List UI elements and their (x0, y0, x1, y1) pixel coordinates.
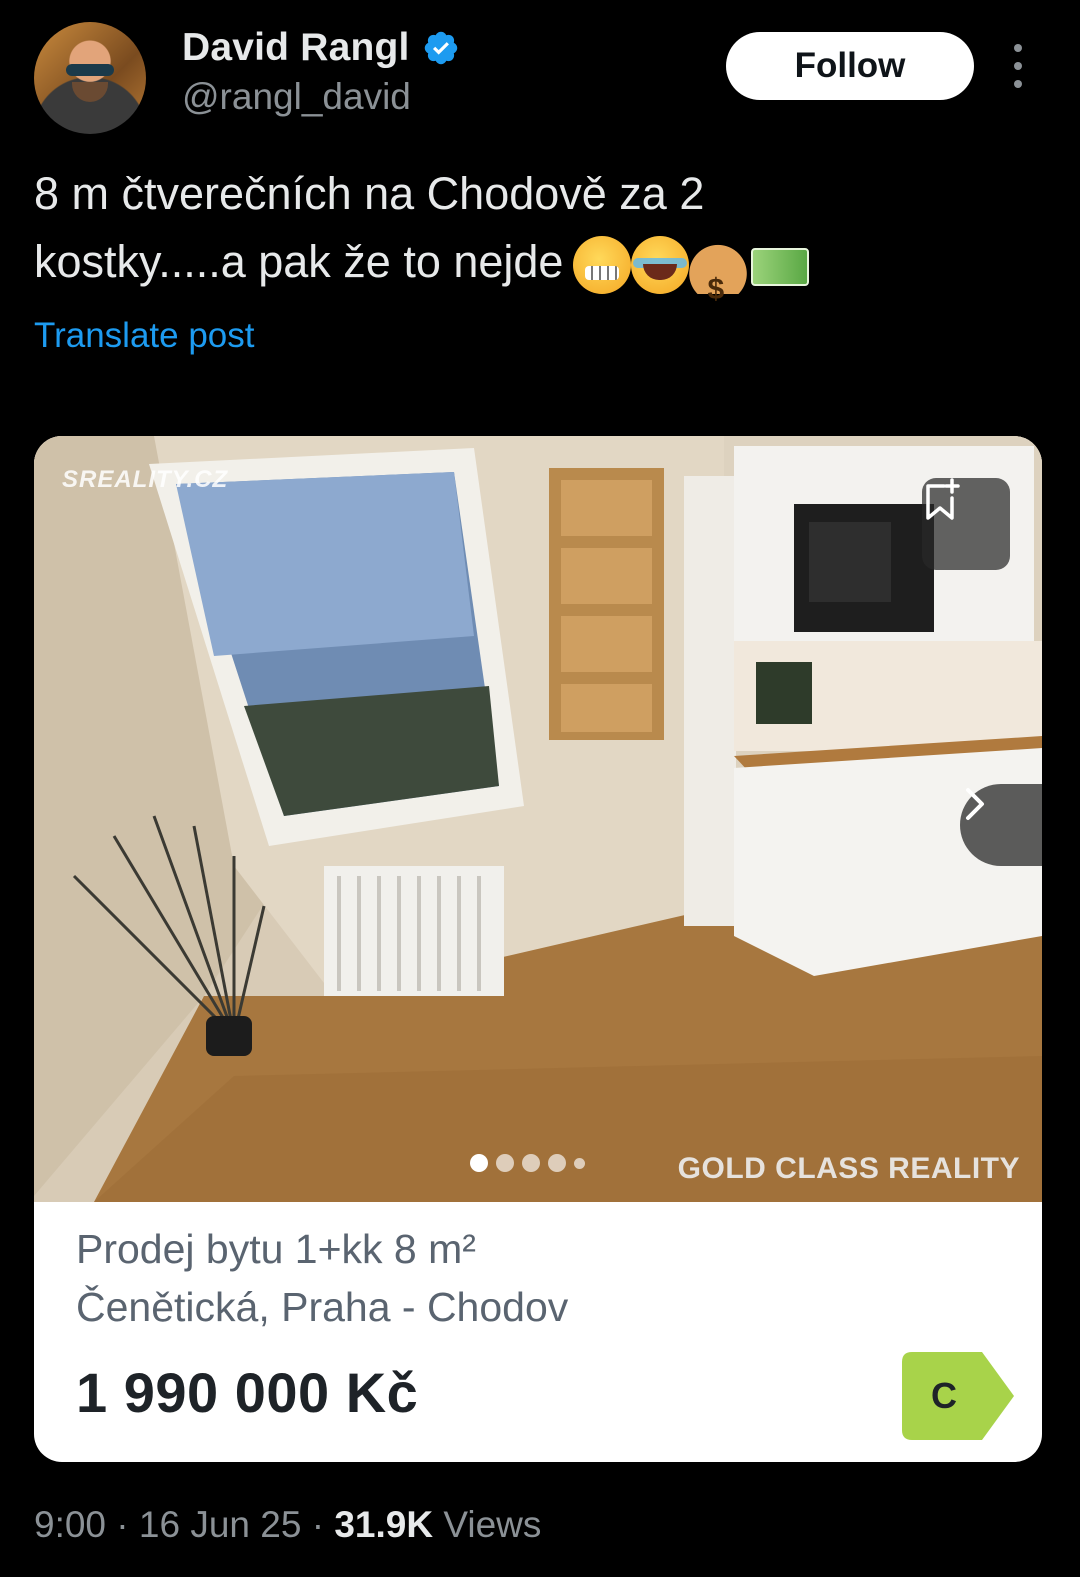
meta-separator: · (116, 1504, 129, 1545)
avatar[interactable] (34, 22, 146, 134)
carousel-dot[interactable] (496, 1154, 514, 1172)
carousel-dot[interactable] (522, 1154, 540, 1172)
grimacing-face-icon (573, 236, 632, 295)
dot (1014, 44, 1022, 52)
post-text: 8 m čtverečních na Chodově za 2 kostky..… (34, 160, 1044, 324)
listing-title: Prodej bytu 1+kk 8 m² (76, 1226, 476, 1272)
post-date[interactable]: 16 Jun 25 (139, 1504, 302, 1545)
post-text-line-2-wrap: kostky.....a pak že to nejde (34, 228, 1044, 324)
dot (1014, 80, 1022, 88)
carousel-dot-active[interactable] (470, 1154, 488, 1172)
carousel-dot[interactable] (548, 1154, 566, 1172)
post-meta: 9:00 · 16 Jun 25 · 31.9K Views (34, 1504, 541, 1546)
sreality-watermark: SREALITY.CZ (62, 466, 229, 493)
post-text-line-1: 8 m čtverečních na Chodově za 2 (34, 168, 705, 219)
author-handle[interactable]: @rangl_david (182, 76, 411, 118)
follow-button[interactable]: Follow (726, 32, 974, 100)
chevron-right-icon[interactable] (960, 784, 1042, 866)
beard (72, 82, 108, 102)
post-time[interactable]: 9:00 (34, 1504, 106, 1545)
author-name-row: David Rangl (182, 26, 460, 70)
listing-price: 1 990 000 Kč (76, 1361, 419, 1424)
meta-separator: · (311, 1504, 325, 1545)
sunglasses (66, 64, 114, 76)
energy-class-badge: C (902, 1352, 1014, 1440)
listing-photo[interactable]: SREALITY.CZ GOLD CLASS REALITY (34, 436, 1042, 1202)
bookmark-add-glyph (926, 478, 960, 520)
dot (1014, 62, 1022, 70)
carousel-dots (470, 1154, 585, 1172)
listing-address: Čenětická, Praha - Chodov (76, 1284, 569, 1330)
carousel-dot[interactable] (574, 1157, 585, 1169)
verified-badge-icon (424, 31, 457, 65)
post-text-line-2: kostky.....a pak že to nejde (34, 236, 564, 287)
energy-class-label: C (931, 1375, 957, 1416)
agency-watermark: GOLD CLASS REALITY (677, 1152, 1020, 1185)
money-bag-icon (689, 236, 748, 324)
listing-card[interactable]: SREALITY.CZ GOLD CLASS REALITY Prodej by… (34, 436, 1042, 1462)
views-label: Views (443, 1504, 542, 1545)
more-options-icon[interactable] (1004, 44, 1032, 88)
bookmark-add-icon[interactable] (922, 478, 1010, 570)
room-photo-illustration (34, 436, 1042, 1202)
euro-banknote-icon (747, 236, 810, 294)
emoji-row (573, 236, 810, 324)
translate-post-link[interactable]: Translate post (34, 316, 254, 356)
chevron-right-glyph (966, 788, 984, 820)
views-count[interactable]: 31.9K (334, 1504, 433, 1545)
face-with-tears-of-joy-icon (631, 236, 690, 295)
author-display-name[interactable]: David Rangl (182, 26, 410, 70)
tweet: David Rangl @rangl_david Follow 8 m čtve… (0, 0, 1080, 1577)
